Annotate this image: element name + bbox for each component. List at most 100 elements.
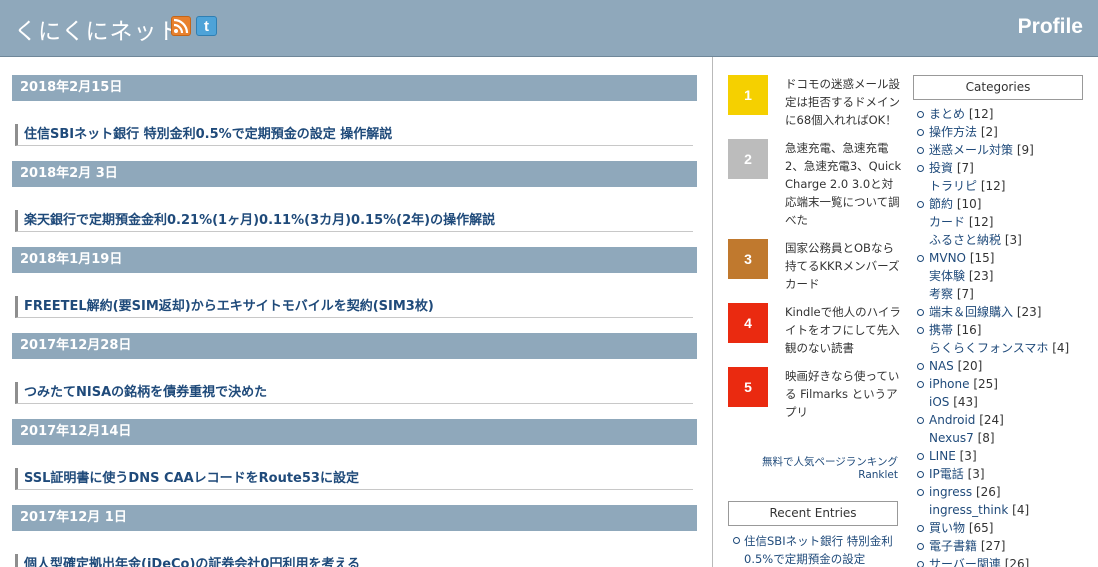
ranking-link[interactable]: ドコモの迷惑メール設定は拒否するドメインに68個入れればOK！ (785, 75, 903, 129)
twitter-icon[interactable]: t (196, 16, 217, 36)
category-item: 端末＆回線購入 [23] (913, 303, 1083, 321)
category-link[interactable]: 迷惑メール対策 (929, 143, 1013, 157)
category-item: カード [12] (913, 213, 1083, 231)
category-count: [7] (956, 287, 974, 301)
column-divider (712, 57, 713, 567)
ranking-item: 1 ドコモの迷惑メール設定は拒否するドメインに68個入れればOK！ (728, 75, 903, 129)
category-item: らくらくフォンスマホ [4] (913, 339, 1083, 357)
recent-entry-link[interactable]: 住信SBIネット銀行 特別金利0.5%で定期預金の設定 (733, 532, 898, 567)
ranking-link[interactable]: 国家公務員とOBなら持てるKKRメンバーズカード (785, 239, 903, 293)
category-count: [20] (957, 359, 983, 373)
category-count: [24] (979, 413, 1004, 427)
category-item: NAS [20] (913, 357, 1083, 375)
rss-icon[interactable] (171, 16, 191, 36)
list-item: つみたてNISAの銘柄を債券重視で決めた (12, 359, 697, 419)
categories-title: Categories (913, 75, 1083, 100)
category-count: [23] (1016, 305, 1042, 319)
category-item: 投資 [7] (913, 159, 1083, 177)
category-link[interactable]: LINE (929, 449, 956, 463)
category-item: トラリピ [12] (913, 177, 1083, 195)
ranking-link[interactable]: 急速充電、急速充電2、急速充電3、Quick Charge 2.0 3.0と対応… (785, 139, 903, 229)
category-item: 買い物 [65] (913, 519, 1083, 537)
category-link[interactable]: トラリピ (929, 179, 977, 193)
entry-title-link[interactable]: FREETEL解約(要SIM返却)からエキサイトモバイルを契約(SIM3枚) (15, 296, 693, 318)
list-item: 住信SBIネット銀行 特別金利0.5%で定期預金の設定 操作解説 (12, 101, 697, 161)
category-link[interactable]: Android (929, 413, 975, 427)
category-link[interactable]: 実体験 (929, 269, 965, 283)
category-count: [27] (980, 539, 1006, 553)
category-link[interactable]: まとめ (929, 107, 965, 121)
category-count: [3] (967, 467, 985, 481)
entry-list: 2018年2月15日 住信SBIネット銀行 特別金利0.5%で定期預金の設定 操… (12, 75, 697, 567)
category-count: [43] (953, 395, 978, 409)
category-count: [9] (1016, 143, 1034, 157)
ranklet-line2: Ranklet (858, 469, 898, 481)
category-link[interactable]: ingress (929, 485, 972, 499)
category-link[interactable]: 操作方法 (929, 125, 977, 139)
ranking-item: 4 Kindleで他人のハイライトをオフにして先入観のない読書 (728, 303, 903, 357)
category-link[interactable]: NAS (929, 359, 954, 373)
list-item: 個人型確定拠出年金(iDeCo)の証券会社0円利用を考える (12, 531, 697, 567)
category-item: 携帯 [16] (913, 321, 1083, 339)
rank-badge: 5 (728, 367, 768, 407)
category-link[interactable]: 電子書籍 (929, 539, 977, 553)
rank-badge: 4 (728, 303, 768, 343)
category-count: [7] (956, 161, 974, 175)
category-count: [3] (1004, 233, 1022, 247)
category-count: [15] (969, 251, 995, 265)
entry-title-link[interactable]: 個人型確定拠出年金(iDeCo)の証券会社0円利用を考える (15, 554, 693, 567)
rank-badge: 3 (728, 239, 768, 279)
category-item: 操作方法 [2] (913, 123, 1083, 141)
category-link[interactable]: IP電話 (929, 467, 964, 481)
category-link[interactable]: 携帯 (929, 323, 953, 337)
categories-widget: Categories まとめ [12] 操作方法 [2] 迷惑メール対策 [9] 投資… (913, 75, 1083, 567)
date-header: 2017年12月14日 (12, 419, 697, 445)
recent-entries-title: Recent Entries (728, 501, 898, 526)
category-link[interactable]: 買い物 (929, 521, 965, 535)
category-link[interactable]: 節約 (929, 197, 953, 211)
category-item: iPhone [25] (913, 375, 1083, 393)
category-count: [23] (968, 269, 994, 283)
category-link[interactable]: ingress_think (929, 503, 1008, 517)
profile-link[interactable]: Profile (1018, 15, 1083, 39)
category-link[interactable]: 端末＆回線購入 (929, 305, 1013, 319)
list-item: SSL証明書に使うDNS CAAレコードをRoute53に設定 (12, 445, 697, 505)
categories-list: まとめ [12] 操作方法 [2] 迷惑メール対策 [9] 投資 [7] トラリピ [1… (913, 105, 1083, 567)
category-count: [2] (980, 125, 998, 139)
category-link[interactable]: らくらくフォンスマホ (929, 341, 1048, 355)
entry-title-link[interactable]: SSL証明書に使うDNS CAAレコードをRoute53に設定 (15, 468, 693, 490)
site-title[interactable]: くにくにネット (14, 12, 182, 46)
entry-title-link[interactable]: つみたてNISAの銘柄を債券重視で決めた (15, 382, 693, 404)
category-count: [12] (968, 215, 994, 229)
category-count: [16] (956, 323, 982, 337)
ranklet-link[interactable]: 無料で人気ページランキング Ranklet (728, 456, 898, 482)
rank-badge: 2 (728, 139, 768, 179)
ranking-item: 3 国家公務員とOBなら持てるKKRメンバーズカード (728, 239, 903, 293)
category-count: [65] (968, 521, 994, 535)
category-item: IP電話 [3] (913, 465, 1083, 483)
category-link[interactable]: ふるさと納税 (929, 233, 1001, 247)
category-link[interactable]: iPhone (929, 377, 970, 391)
ranking-link[interactable]: 映画好きなら使っている Filmarks というアプリ (785, 367, 903, 421)
category-link[interactable]: 投資 (929, 161, 953, 175)
category-link[interactable]: iOS (929, 395, 949, 409)
date-header: 2017年12月 1日 (12, 505, 697, 531)
list-item: FREETEL解約(要SIM返却)からエキサイトモバイルを契約(SIM3枚) (12, 273, 697, 333)
category-link[interactable]: サーバー関連 (929, 557, 1001, 567)
date-header: 2017年12月28日 (12, 333, 697, 359)
category-item: サーバー関連 [26] (913, 555, 1083, 567)
category-link[interactable]: 考察 (929, 287, 953, 301)
category-count: [8] (977, 431, 995, 445)
category-link[interactable]: カード (929, 215, 965, 229)
rank-badge: 1 (728, 75, 768, 115)
category-item: ふるさと納税 [3] (913, 231, 1083, 249)
category-link[interactable]: MVNO (929, 251, 966, 265)
ranking-widget: 1 ドコモの迷惑メール設定は拒否するドメインに68個入れればOK！ 2 急速充電… (728, 75, 903, 431)
category-count: [4] (1012, 503, 1030, 517)
entry-title-link[interactable]: 住信SBIネット銀行 特別金利0.5%で定期預金の設定 操作解説 (15, 124, 693, 146)
date-header: 2018年1月19日 (12, 247, 697, 273)
list-item: 楽天銀行で定期預金金利0.21%(1ヶ月)0.11%(3カ月)0.15%(2年)… (12, 187, 697, 247)
ranking-link[interactable]: Kindleで他人のハイライトをオフにして先入観のない読書 (785, 303, 903, 357)
category-link[interactable]: Nexus7 (929, 431, 974, 445)
entry-title-link[interactable]: 楽天銀行で定期預金金利0.21%(1ヶ月)0.11%(3カ月)0.15%(2年)… (15, 210, 693, 232)
